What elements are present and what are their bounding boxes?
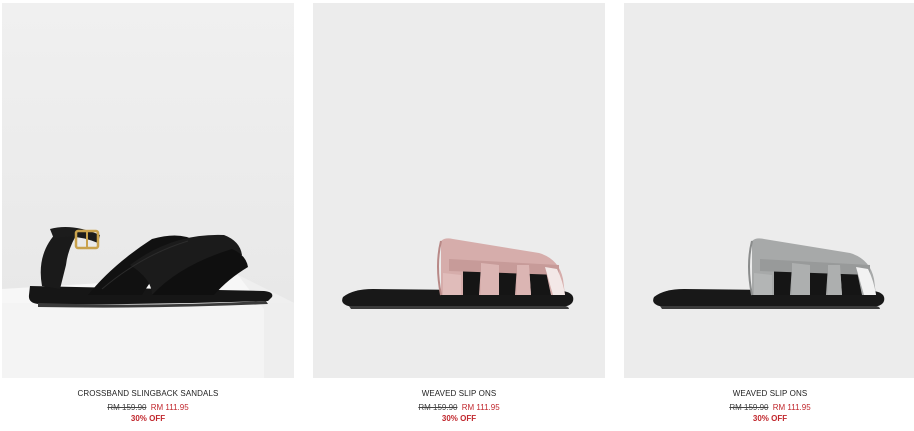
product-image-weaved-slip-ons-pink[interactable]: [313, 3, 605, 378]
product-card-weaved-slip-ons-grey[interactable]: WEAVED SLIP ONS RM 159.90 RM 111.95 30% …: [624, 3, 914, 429]
product-info: WEAVED SLIP ONS RM 159.90 RM 111.95 30% …: [624, 387, 914, 424]
product-name[interactable]: CROSSBAND SLINGBACK SANDALS: [2, 388, 294, 399]
discount-badge: 30% OFF: [130, 414, 166, 423]
discount-badge: 30% OFF: [752, 414, 788, 423]
product-image-weaved-slip-ons-grey[interactable]: [624, 3, 914, 378]
sale-price: RM 111.95: [150, 403, 189, 412]
original-price: RM 159.90: [729, 403, 769, 412]
original-price: RM 159.90: [107, 403, 147, 412]
price-row: RM 159.90 RM 111.95: [313, 403, 605, 413]
pink-slip-on-icon: [313, 3, 605, 378]
price-row: RM 159.90 RM 111.95: [624, 403, 914, 413]
product-card-crossband-slingback-sandals[interactable]: CROSSBAND SLINGBACK SANDALS RM 159.90 RM…: [2, 3, 294, 429]
price-row: RM 159.90 RM 111.95: [2, 403, 294, 413]
sale-price: RM 111.95: [461, 403, 500, 412]
product-image-crossband-slingback-sandals[interactable]: [2, 3, 294, 378]
grey-slip-on-icon: [624, 3, 914, 378]
discount-badge: 30% OFF: [441, 414, 477, 423]
product-name[interactable]: WEAVED SLIP ONS: [624, 388, 914, 399]
product-info: CROSSBAND SLINGBACK SANDALS RM 159.90 RM…: [2, 387, 294, 424]
sale-price: RM 111.95: [772, 403, 811, 412]
product-card-weaved-slip-ons-pink[interactable]: WEAVED SLIP ONS RM 159.90 RM 111.95 30% …: [313, 3, 605, 429]
product-name[interactable]: WEAVED SLIP ONS: [313, 388, 605, 399]
product-info: WEAVED SLIP ONS RM 159.90 RM 111.95 30% …: [313, 387, 605, 424]
product-grid: CROSSBAND SLINGBACK SANDALS RM 159.90 RM…: [0, 0, 914, 431]
original-price: RM 159.90: [418, 403, 458, 412]
black-sandal-icon: [2, 3, 294, 378]
